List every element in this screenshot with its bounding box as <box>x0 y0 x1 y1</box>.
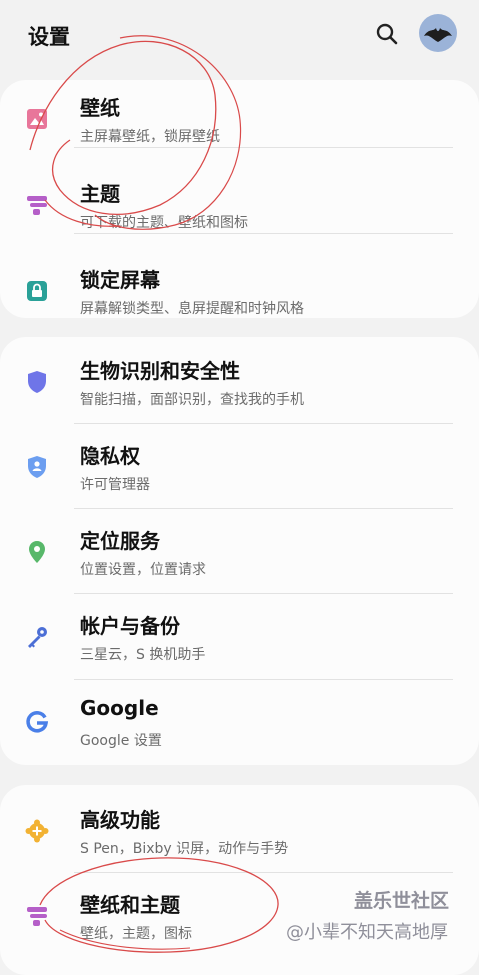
lock-icon <box>27 281 47 301</box>
key-icon <box>28 627 47 648</box>
bat-avatar-icon <box>424 28 452 42</box>
search-icon[interactable] <box>374 21 400 47</box>
watermark-author: @小辈不知天高地厚 <box>286 922 448 943</box>
gear-plus-icon <box>25 819 49 843</box>
item-subtitle: S Pen，Bixby 识屏，动作与手势 <box>80 841 289 857</box>
app-header: 设置 <box>0 0 479 70</box>
item-title: 帐户与备份 <box>80 614 180 638</box>
item-subtitle: 壁纸，主题，图标 <box>80 926 192 942</box>
wallpaper-icon <box>27 109 47 129</box>
item-subtitle: 三星云，S 换机助手 <box>80 647 206 663</box>
settings-item-advanced-features[interactable]: 高级功能 S Pen，Bixby 识屏，动作与手势 <box>0 787 479 873</box>
item-title: 定位服务 <box>80 529 160 553</box>
theme-icon <box>27 907 47 926</box>
advanced-card: 高级功能 S Pen，Bixby 识屏，动作与手势 壁纸和主题 壁纸，主题，图标 <box>0 785 479 975</box>
settings-item-privacy[interactable]: 隐私权 许可管理器 <box>0 423 479 509</box>
location-pin-icon <box>29 541 45 563</box>
item-subtitle: 主屏幕壁纸，锁屏壁纸 <box>80 129 220 145</box>
item-title: 锁定屏幕 <box>80 268 160 292</box>
shield-icon <box>28 371 46 393</box>
watermark-brand: 盖乐世社区 <box>354 890 450 912</box>
item-title: Google <box>80 696 159 720</box>
item-title: 生物识别和安全性 <box>80 359 240 383</box>
item-subtitle: Google 设置 <box>80 733 162 749</box>
divider <box>74 147 453 148</box>
settings-item-accounts-backup[interactable]: 帐户与备份 三星云，S 换机助手 <box>0 593 479 679</box>
google-icon <box>26 710 49 733</box>
security-card: 生物识别和安全性 智能扫描，面部识别，查找我的手机 隐私权 许可管理器 定位服务… <box>0 337 479 765</box>
page-title: 设置 <box>28 25 70 49</box>
settings-item-biometrics[interactable]: 生物识别和安全性 智能扫描，面部识别，查找我的手机 <box>0 338 479 424</box>
settings-item-google[interactable]: Google Google 设置 <box>0 679 479 765</box>
avatar[interactable] <box>419 14 457 52</box>
item-title: 主题 <box>80 182 120 206</box>
item-subtitle: 位置设置，位置请求 <box>80 562 206 578</box>
item-title: 隐私权 <box>80 444 140 468</box>
item-subtitle: 可下载的主题、壁纸和图标 <box>80 215 248 231</box>
settings-item-themes[interactable]: 主题 可下载的主题、壁纸和图标 <box>0 161 479 247</box>
privacy-shield-icon <box>28 456 46 478</box>
item-subtitle: 许可管理器 <box>80 477 150 493</box>
item-title: 壁纸和主题 <box>80 893 180 917</box>
display-card: 壁纸 主屏幕壁纸，锁屏壁纸 主题 可下载的主题、壁纸和图标 锁定屏幕 屏幕解锁类… <box>0 80 479 318</box>
settings-item-location[interactable]: 定位服务 位置设置，位置请求 <box>0 508 479 594</box>
item-subtitle: 智能扫描，面部识别，查找我的手机 <box>80 392 304 408</box>
settings-item-lock-screen[interactable]: 锁定屏幕 屏幕解锁类型、息屏提醒和时钟风格 <box>0 247 479 333</box>
item-title: 高级功能 <box>80 808 160 832</box>
settings-item-wallpaper-themes[interactable]: 壁纸和主题 壁纸，主题，图标 <box>0 872 479 958</box>
item-subtitle: 屏幕解锁类型、息屏提醒和时钟风格 <box>80 301 304 317</box>
item-title: 壁纸 <box>80 96 120 120</box>
divider <box>74 233 453 234</box>
theme-icon <box>27 196 47 215</box>
settings-item-wallpaper[interactable]: 壁纸 主屏幕壁纸，锁屏壁纸 <box>0 75 479 161</box>
